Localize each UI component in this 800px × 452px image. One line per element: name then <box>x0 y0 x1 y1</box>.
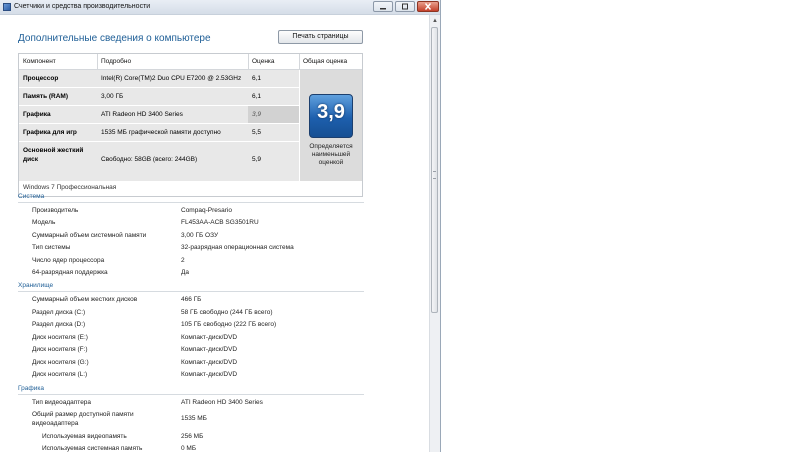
close-icon <box>424 3 432 10</box>
prop-value: 1535 МБ <box>181 415 207 422</box>
prop-value: Компакт-диск/DVD <box>181 371 238 378</box>
prop-label: 64-разрядная поддержка <box>32 269 108 276</box>
prop-value: Compaq-Presario <box>181 207 232 214</box>
component-score: 5,9 <box>252 156 262 163</box>
overall-note: Определяется наименьшей оценкой <box>309 143 353 166</box>
score-table: Компонент Подробно Оценка Общая оценка П… <box>18 53 363 197</box>
prop-label: Используемая видеопамять <box>42 433 127 440</box>
prop-label: Раздел диска (C:) <box>32 309 86 316</box>
component-name-cont: диск <box>23 156 38 163</box>
header-divider <box>97 54 98 69</box>
component-name: Процессор <box>23 75 59 82</box>
print-page-button[interactable]: Печать страницы <box>278 30 363 44</box>
prop-label: Суммарный объем жестких дисков <box>32 296 138 303</box>
scroll-up-arrow-icon[interactable]: ▲ <box>431 16 439 26</box>
prop-value: 466 ГБ <box>181 296 202 303</box>
component-name: Графика <box>23 111 51 118</box>
score-row-graphics: Графика ATI Radeon HD 3400 Series 3,9 <box>19 106 299 123</box>
header-overall: Общая оценка <box>303 58 348 65</box>
component-name: Графика для игр <box>23 129 77 136</box>
overall-score-panel: 3,9 Определяется наименьшей оценкой <box>300 70 362 181</box>
score-row-ram: Память (RAM) 3,00 ГБ 6,1 <box>19 88 299 105</box>
component-details: ATI Radeon HD 3400 Series <box>101 111 183 118</box>
header-divider <box>248 54 249 69</box>
section-divider <box>18 291 364 292</box>
close-button[interactable] <box>417 1 439 12</box>
prop-value: ATI Radeon HD 3400 Series <box>181 399 263 406</box>
score-badge: 3,9 <box>309 94 353 138</box>
header-details: Подробно <box>101 58 132 65</box>
prop-value: 32-разрядная операционная система <box>181 244 294 251</box>
prop-label: Тип системы <box>32 244 71 251</box>
prop-value: 0 МБ <box>181 445 197 452</box>
main-content: Дополнительные сведения о компьютере Печ… <box>0 15 429 452</box>
vertical-scrollbar[interactable]: ▲ <box>429 15 440 452</box>
prop-value: Компакт-диск/DVD <box>181 334 238 341</box>
prop-value: 2 <box>181 257 185 264</box>
score-row-cpu: Процессор Intel(R) Core(TM)2 Duo CPU E72… <box>19 70 299 87</box>
scroll-thumb[interactable] <box>431 27 438 313</box>
prop-label-cont: видеоадаптера <box>32 420 79 427</box>
section-divider <box>18 394 364 395</box>
score-row-disk: Основной жесткий диск Свободно: 58GB (вс… <box>19 142 299 181</box>
prop-label: Общий размер доступной памяти <box>32 411 134 418</box>
component-details: 3,00 ГБ <box>101 93 124 100</box>
page-title: Дополнительные сведения о компьютере <box>18 33 211 44</box>
prop-value: 105 ГБ свободно (222 ГБ всего) <box>181 321 277 328</box>
minimize-icon <box>380 8 386 10</box>
component-score: 5,5 <box>252 129 262 136</box>
component-score: 6,1 <box>252 93 262 100</box>
component-details: Intel(R) Core(TM)2 Duo CPU E7200 @ 2.53G… <box>101 75 242 82</box>
component-score: 3,9 <box>252 111 262 118</box>
performance-window: Счетчики и средства производительности Д… <box>0 0 441 452</box>
prop-label: Используемая системная память <box>42 445 143 452</box>
score-table-header: Компонент Подробно Оценка Общая оценка <box>19 54 362 70</box>
prop-label: Суммарный объем системной памяти <box>32 232 147 239</box>
prop-label: Число ядер процессора <box>32 257 105 264</box>
app-icon <box>3 3 11 11</box>
section-heading-graphics: Графика <box>18 385 44 392</box>
prop-label: Диск носителя (L:) <box>32 371 88 378</box>
scroll-grip-icon <box>433 171 436 179</box>
header-component: Компонент <box>23 58 56 65</box>
header-divider <box>299 54 300 69</box>
title-bar[interactable]: Счетчики и средства производительности <box>0 0 440 15</box>
prop-value: Да <box>181 269 190 276</box>
prop-value: Компакт-диск/DVD <box>181 346 238 353</box>
prop-label: Модель <box>32 219 56 226</box>
section-heading-storage: Хранилище <box>18 282 54 289</box>
component-details: 1535 МБ графической памяти доступно <box>101 129 221 136</box>
prop-value: 58 ГБ свободно (244 ГБ всего) <box>181 309 273 316</box>
minimize-button[interactable] <box>373 1 393 12</box>
component-score: 6,1 <box>252 75 262 82</box>
prop-label: Тип видеоадаптера <box>32 399 92 406</box>
prop-label: Диск носителя (G:) <box>32 359 89 366</box>
prop-value: FL453AA-ACB SG3501RU <box>181 219 259 226</box>
prop-value: Компакт-диск/DVD <box>181 359 238 366</box>
component-details: Свободно: 58GB (всего: 244GB) <box>101 156 198 163</box>
overall-score: 3,9 <box>317 101 345 123</box>
section-divider <box>18 202 364 203</box>
prop-label: Производитель <box>32 207 79 214</box>
maximize-icon <box>402 3 408 10</box>
score-row-gaming-graphics: Графика для игр 1535 МБ графической памя… <box>19 124 299 141</box>
prop-value: 256 МБ <box>181 433 204 440</box>
maximize-button[interactable] <box>395 1 415 12</box>
prop-label: Диск носителя (E:) <box>32 334 88 341</box>
windows-edition: Windows 7 Профессиональная <box>23 184 117 191</box>
component-name: Память (RAM) <box>23 93 69 100</box>
component-name: Основной жесткий <box>23 147 84 154</box>
window-title: Счетчики и средства производительности <box>14 3 151 10</box>
prop-label: Диск носителя (F:) <box>32 346 88 353</box>
header-score: Оценка <box>252 58 275 65</box>
section-heading-system: Система <box>18 193 45 200</box>
prop-value: 3,00 ГБ ОЗУ <box>181 232 219 239</box>
prop-label: Раздел диска (D:) <box>32 321 86 328</box>
